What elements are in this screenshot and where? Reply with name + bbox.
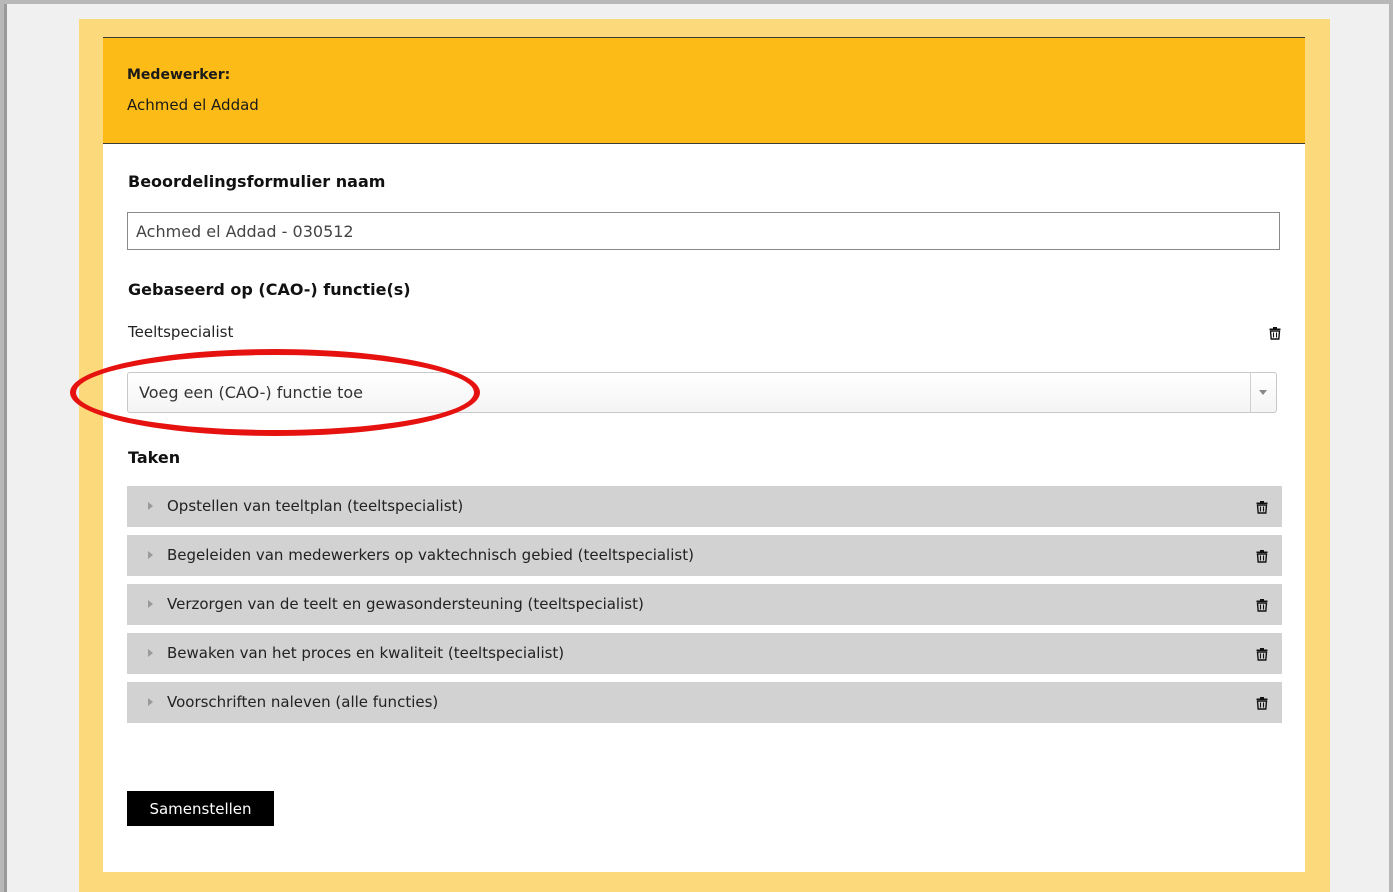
caret-right-icon (148, 551, 153, 559)
employee-name: Achmed el Addad (127, 96, 259, 114)
trash-icon[interactable] (1255, 500, 1269, 514)
task-label: Voorschriften naleven (alle functies) (167, 693, 439, 711)
caret-right-icon (148, 698, 153, 706)
add-function-select-text: Voeg een (CAO-) functie toe (139, 383, 363, 402)
employee-label: Medewerker: (127, 67, 231, 83)
caret-right-icon (148, 600, 153, 608)
select-arrow-button[interactable] (1250, 373, 1276, 412)
task-row[interactable]: Begeleiden van medewerkers op vaktechnis… (127, 535, 1282, 576)
caret-right-icon (148, 649, 153, 657)
task-row[interactable]: Verzorgen van de teelt en gewasondersteu… (127, 584, 1282, 625)
employee-header: Medewerker: Achmed el Addad (103, 37, 1305, 144)
functions-heading: Gebaseerd op (CAO-) functie(s) (128, 280, 411, 299)
task-label: Verzorgen van de teelt en gewasondersteu… (167, 595, 644, 613)
trash-icon[interactable] (1255, 549, 1269, 563)
form-name-heading: Beoordelingsformulier naam (128, 172, 386, 191)
function-item-label: Teeltspecialist (128, 323, 234, 341)
task-row[interactable]: Opstellen van teeltplan (teeltspecialist… (127, 486, 1282, 527)
caret-right-icon (148, 502, 153, 510)
task-label: Opstellen van teeltplan (teeltspecialist… (167, 497, 464, 515)
chevron-down-icon (1259, 390, 1267, 395)
trash-icon[interactable] (1268, 326, 1282, 340)
tasks-heading: Taken (128, 448, 181, 467)
add-function-select[interactable]: Voeg een (CAO-) functie toe (127, 372, 1277, 413)
task-row[interactable]: Voorschriften naleven (alle functies) (127, 682, 1282, 723)
form-panel (103, 37, 1305, 872)
trash-icon[interactable] (1255, 647, 1269, 661)
task-row[interactable]: Bewaken van het proces en kwaliteit (tee… (127, 633, 1282, 674)
trash-icon[interactable] (1255, 598, 1269, 612)
task-label: Begeleiden van medewerkers op vaktechnis… (167, 546, 694, 564)
task-label: Bewaken van het proces en kwaliteit (tee… (167, 644, 565, 662)
samenstellen-button[interactable]: Samenstellen (127, 791, 274, 826)
trash-icon[interactable] (1255, 696, 1269, 710)
form-name-input[interactable] (127, 212, 1280, 250)
